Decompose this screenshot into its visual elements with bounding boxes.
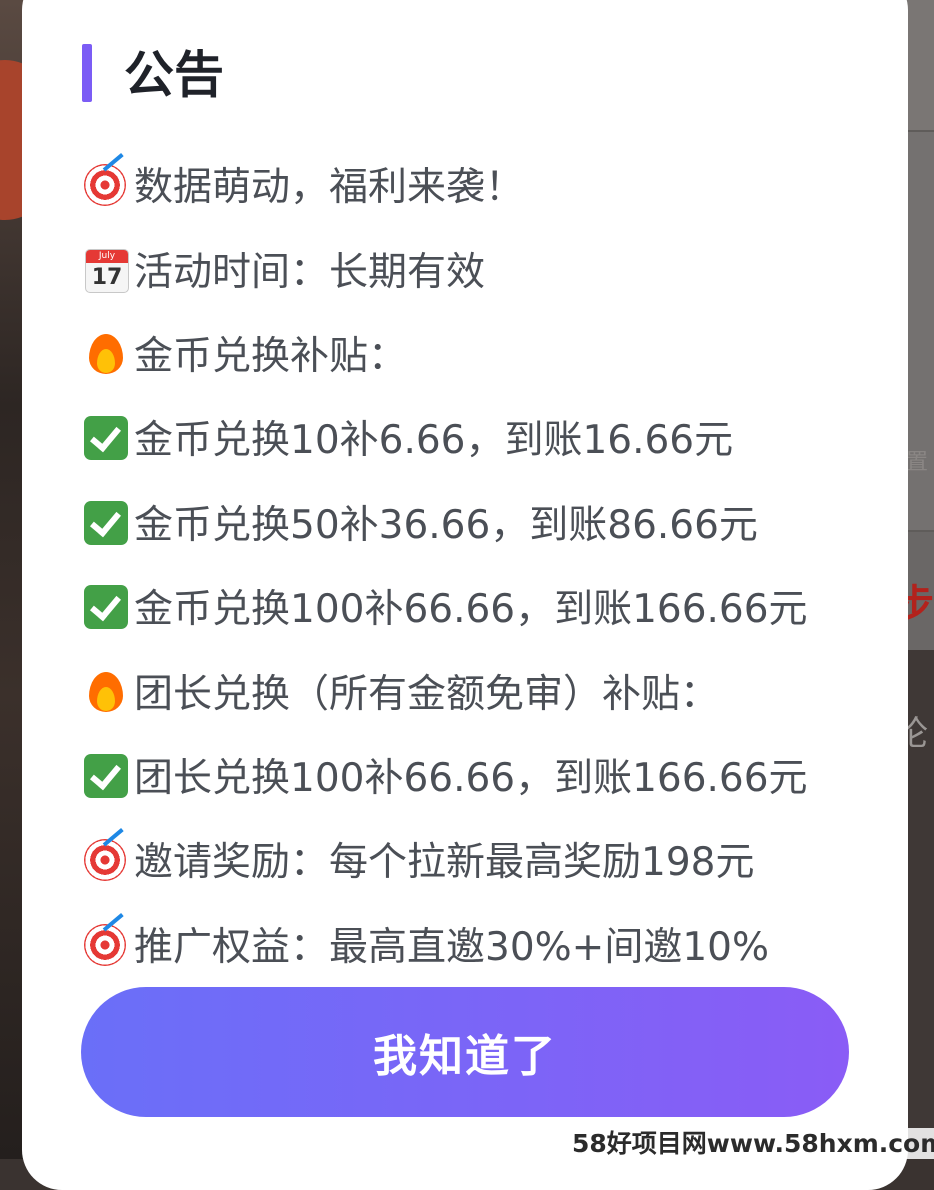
announcement-line-text: 团长兑换（所有金额免审）补贴： — [134, 671, 720, 717]
announcement-line: July 17 活动时间：长期有效 — [82, 226, 862, 310]
announcement-line: 金币兑换补贴： — [82, 311, 862, 395]
got-it-button[interactable]: 我知道了 — [81, 987, 849, 1117]
announcement-line-text: 邀请奖励：每个拉新最高奖励198元 — [134, 840, 755, 886]
calendar-icon: July 17 — [82, 245, 130, 293]
announcement-line: 数据萌动，福利来袭！ — [82, 142, 862, 226]
announcement-line: 团长兑换100补66.66，到账166.66元 — [82, 733, 862, 817]
announcement-line: 金币兑换100补66.66，到账166.66元 — [82, 564, 862, 648]
announcement-line-text: 金币兑换10补6.66，到账16.66元 — [134, 418, 734, 464]
fire-icon — [82, 329, 130, 377]
announcement-line-text: 数据萌动，福利来袭！ — [134, 165, 525, 211]
announcement-line: 推广权益：最高直邀30%+间邀10% — [82, 902, 862, 986]
announcement-line: 金币兑换50补36.66，到账86.66元 — [82, 480, 862, 564]
announcement-line-text: 活动时间：长期有效 — [134, 249, 486, 295]
announcement-line: 团长兑换（所有金额免审）补贴： — [82, 648, 862, 732]
announcement-line-text: 推广权益：最高直邀30%+间邀10% — [134, 924, 770, 970]
background-peek-text: 置 — [905, 450, 928, 475]
announcement-content: 数据萌动，福利来袭！ July 17 活动时间：长期有效 金币兑换补贴： 金币兑换… — [82, 142, 862, 986]
target-icon — [82, 912, 130, 968]
announcement-line-text: 金币兑换50补36.66，到账86.66元 — [134, 502, 758, 548]
check-icon — [82, 582, 130, 630]
dialog-title: 公告 — [124, 46, 224, 104]
watermark: 58好项目网www.58hxm.com — [566, 1128, 934, 1159]
announcement-line-text: 金币兑换补贴： — [134, 333, 408, 379]
fire-icon — [82, 667, 130, 715]
title-accent-bar — [82, 44, 92, 102]
check-icon — [82, 413, 130, 461]
check-icon — [82, 498, 130, 546]
target-icon — [82, 153, 130, 208]
announcement-line: 金币兑换10补6.66，到账16.66元 — [82, 395, 862, 479]
announcement-line-text: 金币兑换100补66.66，到账166.66元 — [134, 587, 808, 633]
announcement-line-text: 团长兑换100补66.66，到账166.66元 — [134, 755, 808, 801]
announcement-line: 邀请奖励：每个拉新最高奖励198元 — [82, 817, 862, 901]
check-icon — [82, 751, 130, 799]
target-icon — [82, 828, 130, 883]
